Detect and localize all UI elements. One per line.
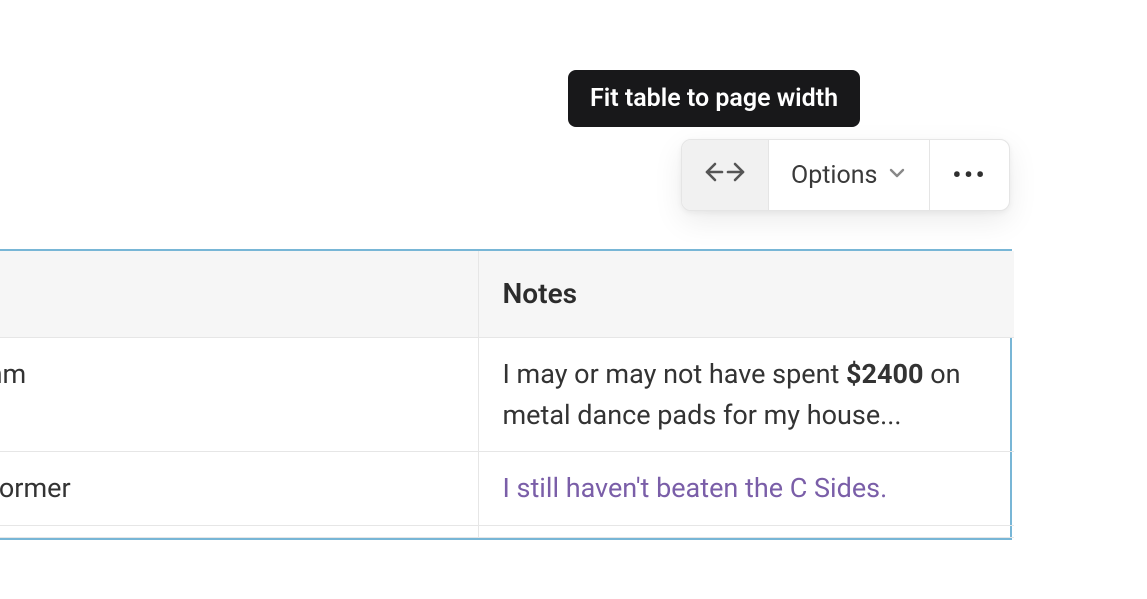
- cell-type[interactable]: atformer: [0, 452, 478, 526]
- table-row[interactable]: ythm I may or may not have spent $2400 o…: [0, 338, 1014, 452]
- more-horizontal-icon: •••: [952, 161, 987, 189]
- tooltip-fit-table: Fit table to page width: [568, 70, 860, 127]
- more-actions-button[interactable]: •••: [930, 140, 1009, 210]
- table-row[interactable]: atformer I still haven't beaten the C Si…: [0, 452, 1014, 526]
- column-header-type[interactable]: pe: [0, 251, 478, 338]
- table-options-button[interactable]: Options: [769, 140, 930, 210]
- cell-notes[interactable]: I may or may not have spent $2400 on met…: [478, 338, 1014, 452]
- cell-type[interactable]: ythm: [0, 338, 478, 452]
- column-header-notes[interactable]: Notes: [478, 251, 1014, 338]
- data-table: pe Notes ythm I may or may not have spen…: [0, 249, 1012, 540]
- fit-width-icon: [704, 160, 746, 191]
- fit-table-width-button[interactable]: [682, 140, 769, 210]
- table-header-row: pe Notes: [0, 251, 1014, 338]
- notes-text-prefix: I may or may not have spent: [503, 358, 847, 390]
- options-label: Options: [791, 161, 877, 190]
- cell-notes[interactable]: I still haven't beaten the C Sides.: [478, 452, 1014, 526]
- chevron-down-icon: [887, 161, 907, 190]
- table-floating-toolbar: Options •••: [681, 139, 1010, 211]
- notes-text-bold: $2400: [846, 358, 923, 390]
- table-row: [0, 525, 1014, 537]
